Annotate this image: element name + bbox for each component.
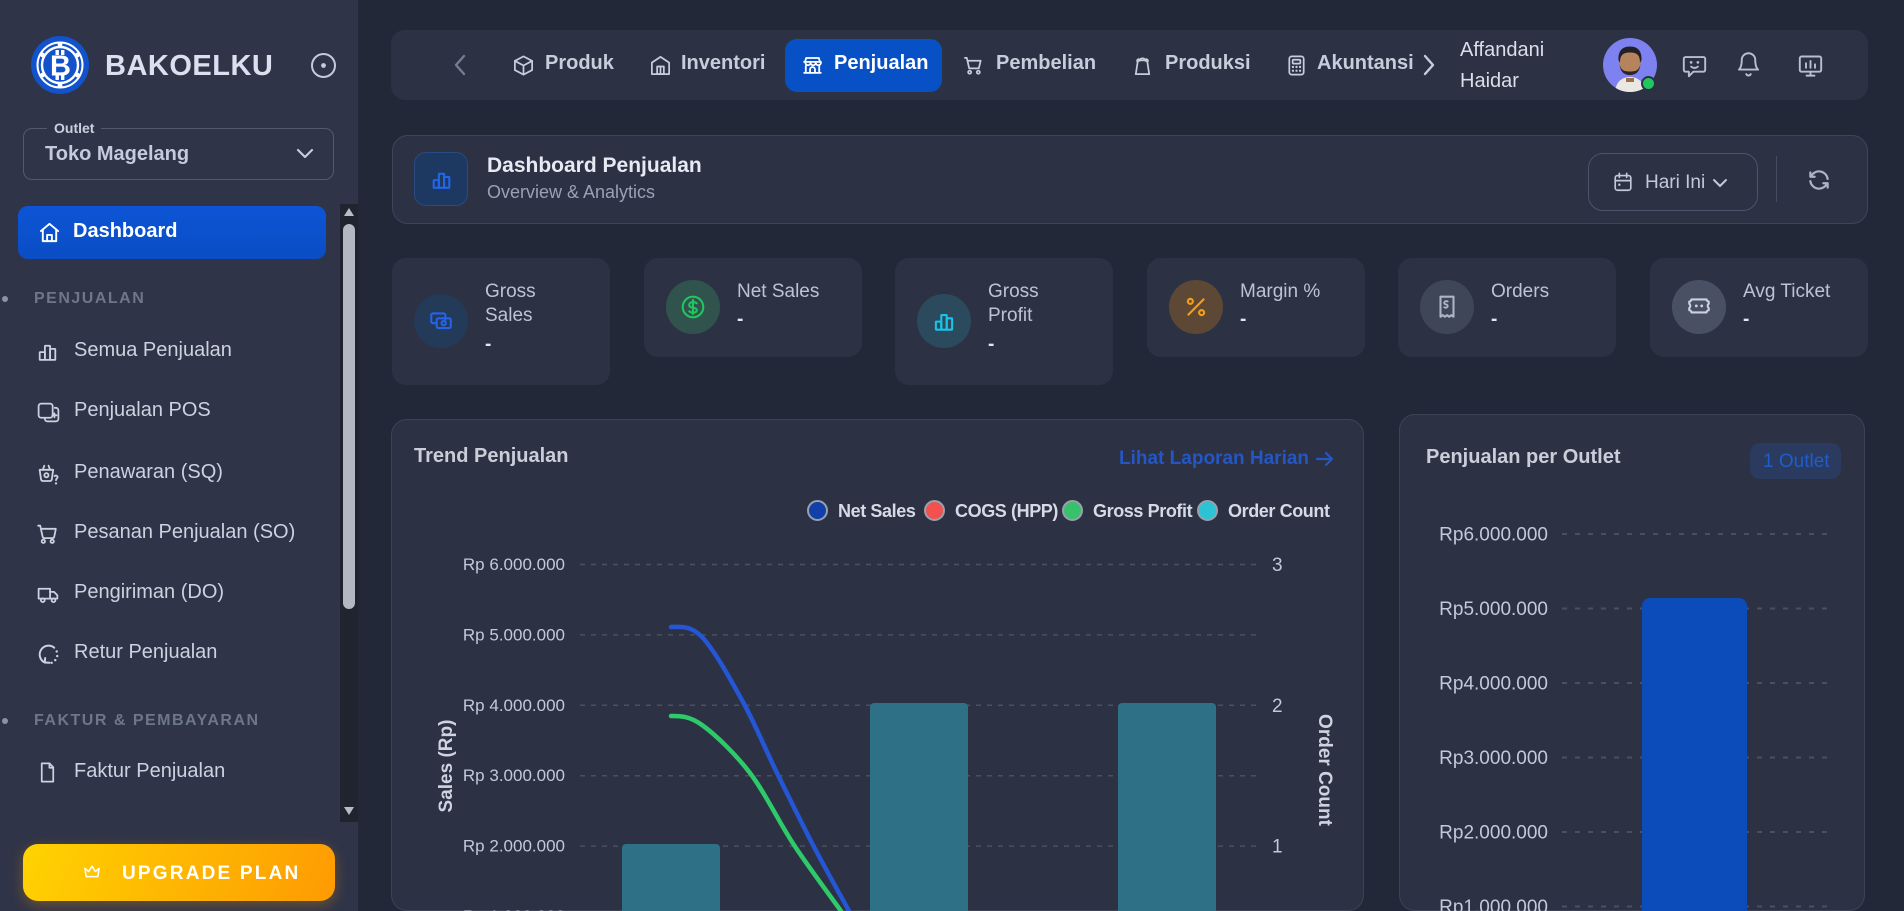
svg-text:B: B (50, 51, 71, 83)
svg-text:Rp 1.000.000: Rp 1.000.000 (463, 907, 565, 911)
svg-text:Rp 3.000.000: Rp 3.000.000 (463, 766, 565, 785)
svg-text:3: 3 (1272, 555, 1283, 576)
svg-text:Rp4.000.000: Rp4.000.000 (1439, 674, 1548, 695)
svg-text:Rp2.000.000: Rp2.000.000 (1439, 823, 1548, 844)
svg-text:Rp3.000.000: Rp3.000.000 (1439, 748, 1548, 769)
svg-text:Rp 4.000.000: Rp 4.000.000 (463, 696, 565, 715)
svg-text:Rp 2.000.000: Rp 2.000.000 (463, 837, 565, 856)
svg-text:Rp 5.000.000: Rp 5.000.000 (463, 625, 565, 644)
svg-text:Sales (Rp): Sales (Rp) (436, 720, 457, 813)
svg-text:Rp5.000.000: Rp5.000.000 (1439, 599, 1548, 620)
svg-text:Rp6.000.000: Rp6.000.000 (1439, 525, 1548, 546)
svg-text:1: 1 (1272, 837, 1283, 858)
svg-text:Order Count: Order Count (1314, 714, 1335, 827)
svg-text:Rp 6.000.000: Rp 6.000.000 (463, 555, 565, 574)
svg-text:Rp1.000.000: Rp1.000.000 (1439, 897, 1548, 911)
svg-text:2: 2 (1272, 696, 1283, 717)
